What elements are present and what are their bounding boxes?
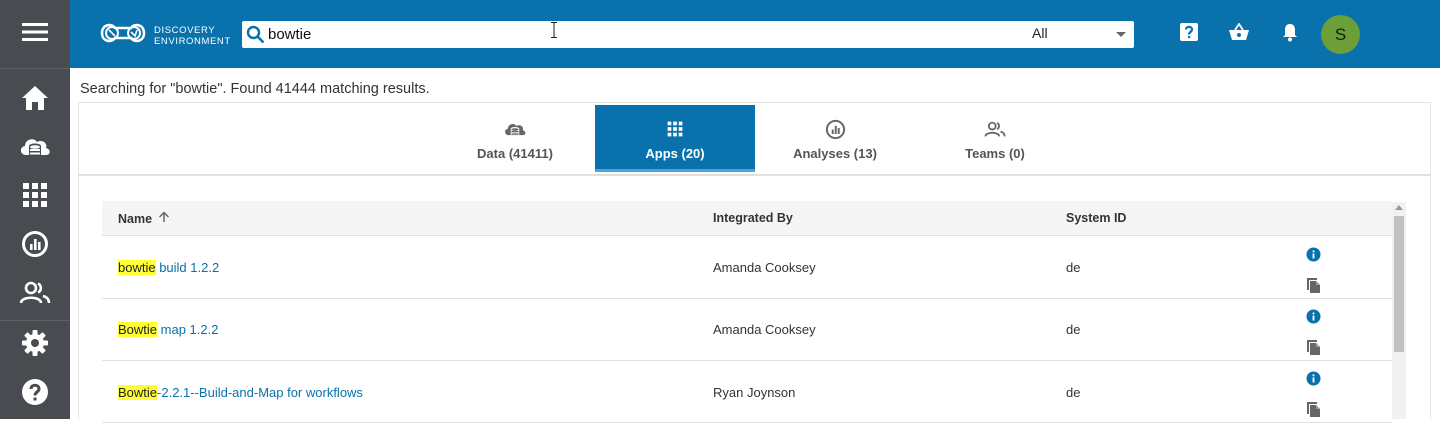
sidebar-item-apps[interactable] bbox=[0, 173, 70, 222]
column-header-label: Name bbox=[118, 211, 153, 226]
search-highlight: Bowtie bbox=[118, 385, 158, 400]
column-header-integrated-by[interactable]: Integrated By bbox=[713, 211, 793, 225]
tab-label: Analyses (13) bbox=[793, 146, 877, 161]
apps-grid-icon bbox=[22, 182, 48, 213]
logo-icon bbox=[98, 20, 148, 51]
column-header-name[interactable]: Name bbox=[118, 211, 170, 226]
home-icon bbox=[21, 85, 49, 116]
top-bar: DISCOVERY ENVIRONMENT All S bbox=[70, 0, 1440, 68]
apps-grid-icon bbox=[667, 119, 683, 139]
text-cursor-icon bbox=[551, 22, 557, 43]
hamburger-menu-icon bbox=[22, 22, 48, 47]
column-header-system-id[interactable]: System ID bbox=[1066, 211, 1126, 225]
sidebar-item-teams[interactable] bbox=[0, 271, 70, 320]
help-button[interactable] bbox=[1175, 20, 1203, 48]
basket-button[interactable] bbox=[1225, 20, 1253, 48]
app-name-text: map 1.2.2 bbox=[157, 322, 219, 337]
search-icon[interactable] bbox=[246, 25, 265, 49]
table-row: bowtie build 1.2.2 Amanda Cooksey de bbox=[102, 237, 1392, 299]
search-filter-select[interactable]: All bbox=[1032, 21, 1134, 48]
system-id-cell: de bbox=[1066, 260, 1081, 275]
tab-label: Teams (0) bbox=[965, 146, 1025, 161]
help-circle-icon bbox=[21, 378, 49, 411]
copy-icon[interactable] bbox=[1305, 337, 1321, 360]
cloud-database-icon bbox=[503, 119, 527, 139]
tab-label: Apps (20) bbox=[645, 146, 705, 161]
search-highlight: bowtie bbox=[118, 260, 156, 275]
copy-icon[interactable] bbox=[1305, 275, 1321, 298]
row-actions bbox=[1302, 309, 1324, 360]
table-row: Bowtie-2.2.1--Build-and-Map for workflow… bbox=[102, 361, 1392, 423]
notifications-button[interactable] bbox=[1276, 20, 1304, 48]
table-scrollbar[interactable] bbox=[1392, 202, 1406, 419]
logo-line-1: DISCOVERY bbox=[154, 24, 216, 36]
search-filter-value: All bbox=[1032, 25, 1048, 41]
basket-icon bbox=[1228, 21, 1250, 46]
people-icon bbox=[19, 281, 51, 310]
sidebar-item-analyses[interactable] bbox=[0, 222, 70, 271]
app-name-text: -2.2.1--Build-and-Map for workflows bbox=[157, 385, 363, 400]
help-icon bbox=[1179, 22, 1199, 47]
avatar[interactable]: S bbox=[1321, 15, 1360, 54]
app-name-link[interactable]: Bowtie map 1.2.2 bbox=[118, 322, 218, 337]
app-name-link[interactable]: Bowtie-2.2.1--Build-and-Map for workflow… bbox=[118, 385, 363, 400]
sidebar-item-home[interactable] bbox=[0, 76, 70, 125]
tab-apps[interactable]: Apps (20) bbox=[595, 105, 755, 172]
sidebar-item-settings[interactable] bbox=[0, 321, 70, 370]
people-icon bbox=[984, 119, 1006, 139]
search-highlight: Bowtie bbox=[118, 322, 158, 337]
system-id-cell: de bbox=[1066, 322, 1081, 337]
tab-teams[interactable]: Teams (0) bbox=[915, 105, 1075, 172]
tab-analyses[interactable]: Analyses (13) bbox=[755, 105, 915, 172]
arrow-up-icon bbox=[158, 211, 170, 226]
search-summary: Searching for "bowtie". Found 41444 matc… bbox=[80, 81, 430, 97]
table-row: Bowtie map 1.2.2 Amanda Cooksey de bbox=[102, 299, 1392, 361]
search-bar: All bbox=[242, 21, 1134, 48]
integrated-by-cell: Ryan Joynson bbox=[713, 385, 796, 400]
menu-button[interactable] bbox=[0, 0, 70, 68]
logo[interactable]: DISCOVERY ENVIRONMENT bbox=[98, 20, 231, 51]
gear-icon bbox=[21, 329, 49, 362]
system-id-cell: de bbox=[1066, 385, 1081, 400]
scroll-up-icon[interactable] bbox=[1395, 205, 1403, 210]
analyses-chart-icon bbox=[825, 119, 846, 139]
table-header: Name Integrated By System ID bbox=[102, 201, 1392, 236]
cloud-database-icon bbox=[18, 135, 52, 164]
sidebar-item-help[interactable] bbox=[0, 370, 70, 419]
search-input[interactable] bbox=[268, 21, 998, 48]
tab-data[interactable]: Data (41411) bbox=[435, 105, 595, 172]
bell-icon bbox=[1281, 22, 1299, 47]
app-name-link[interactable]: bowtie build 1.2.2 bbox=[118, 260, 219, 275]
logo-line-2: ENVIRONMENT bbox=[154, 35, 231, 47]
sidebar-item-data[interactable] bbox=[0, 125, 70, 174]
integrated-by-cell: Amanda Cooksey bbox=[713, 322, 816, 337]
row-actions bbox=[1302, 247, 1324, 298]
analyses-chart-icon bbox=[21, 230, 49, 263]
main-content: Searching for "bowtie". Found 41444 matc… bbox=[70, 68, 1440, 423]
info-icon[interactable] bbox=[1306, 309, 1321, 329]
info-icon[interactable] bbox=[1306, 371, 1321, 391]
app-name-cell: Bowtie map 1.2.2 bbox=[118, 322, 218, 337]
tab-label: Data (41411) bbox=[477, 146, 553, 161]
app-name-cell: bowtie build 1.2.2 bbox=[118, 260, 219, 275]
app-name-cell: Bowtie-2.2.1--Build-and-Map for workflow… bbox=[118, 385, 363, 400]
logo-text: DISCOVERY ENVIRONMENT bbox=[154, 25, 231, 47]
app-name-text: build 1.2.2 bbox=[155, 260, 220, 275]
info-icon[interactable] bbox=[1306, 247, 1321, 267]
integrated-by-cell: Amanda Cooksey bbox=[713, 260, 816, 275]
row-actions bbox=[1302, 371, 1324, 422]
sidebar bbox=[0, 0, 70, 419]
scrollbar-thumb[interactable] bbox=[1394, 216, 1404, 352]
chevron-down-icon bbox=[1116, 32, 1126, 37]
